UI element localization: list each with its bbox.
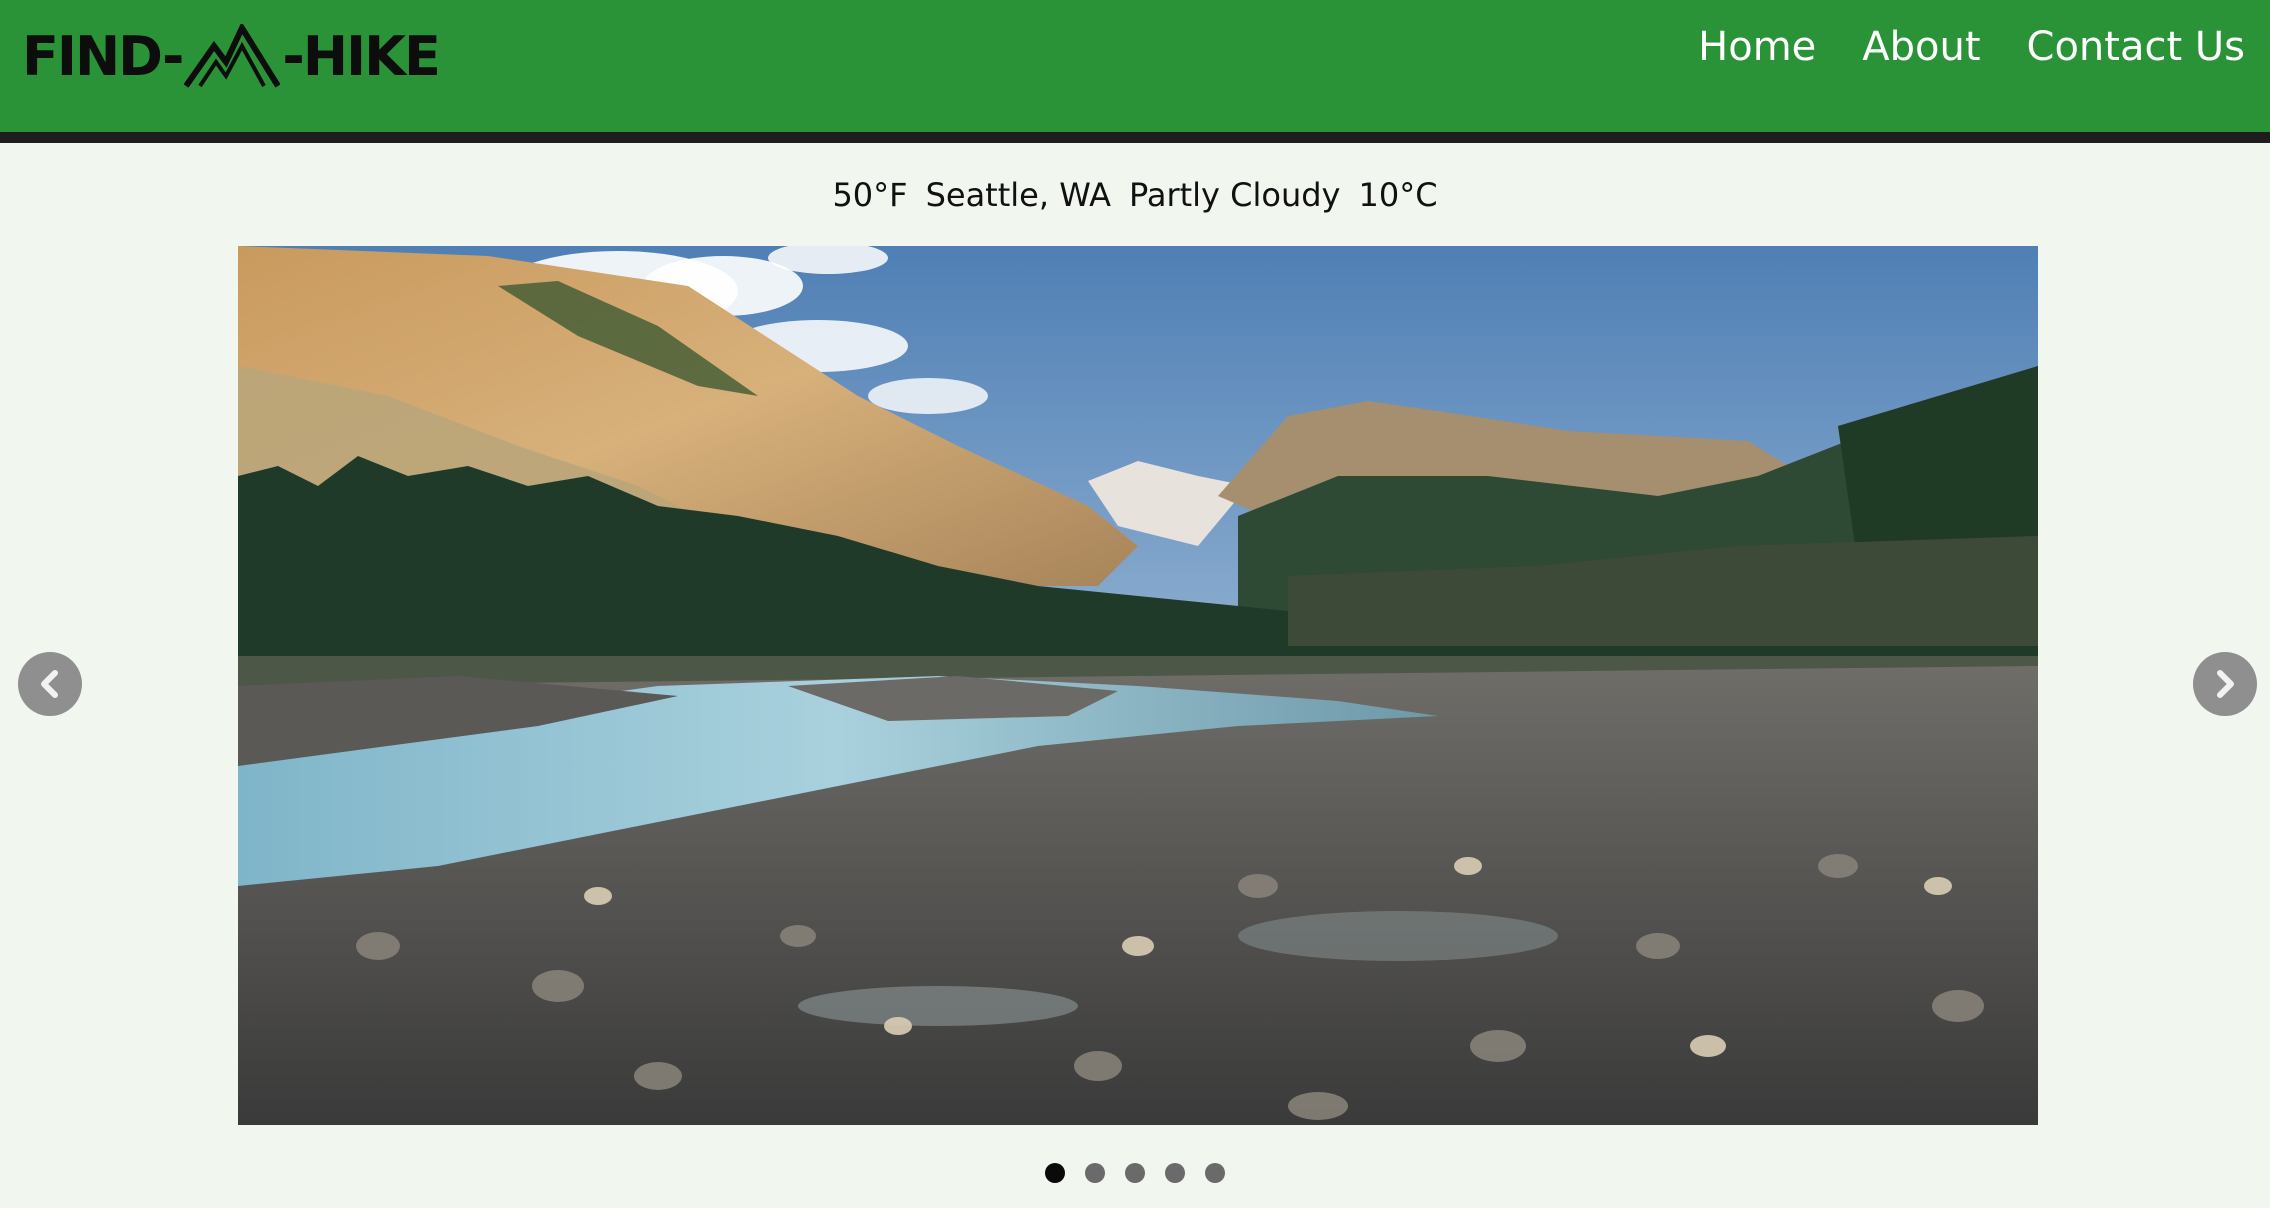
weather-temp-c: 10°C — [1358, 176, 1438, 214]
weather-location: Seattle, WA — [925, 176, 1111, 214]
river-valley-photo — [238, 246, 2038, 1125]
logo-text-left: FIND- — [22, 25, 184, 88]
carousel-dot-4[interactable] — [1165, 1163, 1185, 1183]
carousel-dot-2[interactable] — [1085, 1163, 1105, 1183]
carousel-next-button[interactable] — [2193, 652, 2257, 716]
carousel-dot-1[interactable] — [1045, 1163, 1065, 1183]
nav-links: Home About Contact Us — [1698, 22, 2245, 72]
chevron-right-icon — [2217, 670, 2234, 698]
top-navbar: FIND- -HIKE Home About Contact Us — [0, 0, 2270, 143]
weather-bar: 50°F Seattle, WA Partly Cloudy 10°C — [0, 170, 2270, 220]
carousel-prev-button[interactable] — [18, 652, 82, 716]
chevron-left-icon — [41, 670, 58, 698]
carousel-indicators — [0, 1163, 2270, 1183]
carousel-dot-5[interactable] — [1205, 1163, 1225, 1183]
site-logo[interactable]: FIND- -HIKE — [22, 21, 441, 92]
nav-contact-link[interactable]: Contact Us — [2027, 22, 2245, 72]
carousel-dot-3[interactable] — [1125, 1163, 1145, 1183]
nav-home-link[interactable]: Home — [1698, 22, 1816, 72]
weather-temp-f: 50°F — [832, 176, 908, 214]
mountain-icon — [183, 21, 281, 90]
nav-about-link[interactable]: About — [1862, 22, 1980, 72]
carousel-slide-image — [238, 246, 2038, 1125]
weather-condition: Partly Cloudy — [1128, 176, 1341, 214]
logo-text-right: -HIKE — [282, 25, 440, 88]
